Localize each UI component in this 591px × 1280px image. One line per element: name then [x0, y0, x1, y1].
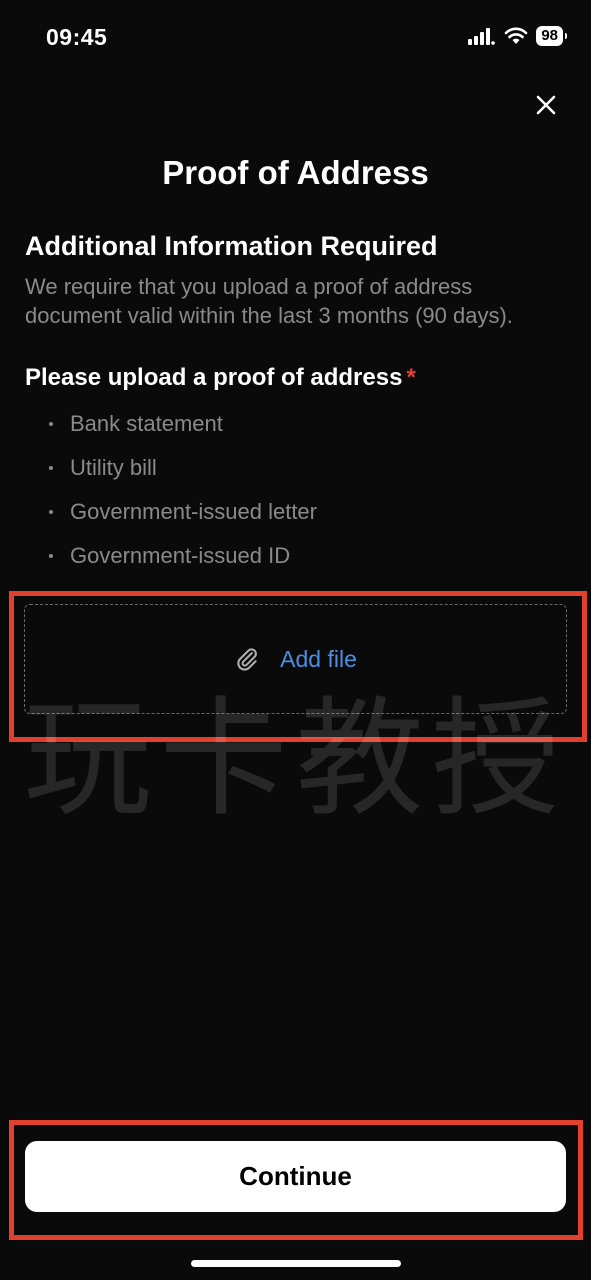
- status-time: 09:45: [46, 24, 108, 50]
- list-item: Bank statement: [25, 402, 565, 446]
- upload-label: Please upload a proof of address *: [25, 362, 565, 394]
- document-list: Bank statement Utility bill Government-i…: [25, 402, 565, 578]
- wifi-icon: [505, 27, 528, 44]
- page-title: Proof of Address: [162, 154, 429, 191]
- list-item: Government-issued letter: [25, 490, 565, 534]
- close-button[interactable]: [531, 90, 561, 120]
- upload-label-text: Please upload a proof of address: [25, 364, 403, 391]
- list-item: Utility bill: [25, 446, 565, 490]
- list-item: Government-issued ID: [25, 534, 565, 578]
- section-description: We require that you upload a proof of ad…: [25, 274, 513, 328]
- close-icon: [536, 95, 556, 115]
- signal-icon: [468, 28, 496, 45]
- section-heading: Additional Information Required: [25, 231, 438, 261]
- add-file-dropzone[interactable]: Add file: [24, 604, 567, 714]
- home-indicator[interactable]: [191, 1260, 401, 1267]
- battery-icon: 98: [536, 26, 567, 46]
- add-file-label[interactable]: Add file: [280, 646, 357, 673]
- continue-button[interactable]: Continue: [25, 1141, 566, 1212]
- required-marker: *: [406, 364, 416, 391]
- status-bar: 09:45 98: [0, 0, 591, 78]
- paperclip-icon: [237, 648, 258, 671]
- main-content: Additional Information Required We requi…: [25, 228, 565, 578]
- status-icons: 98: [468, 26, 567, 46]
